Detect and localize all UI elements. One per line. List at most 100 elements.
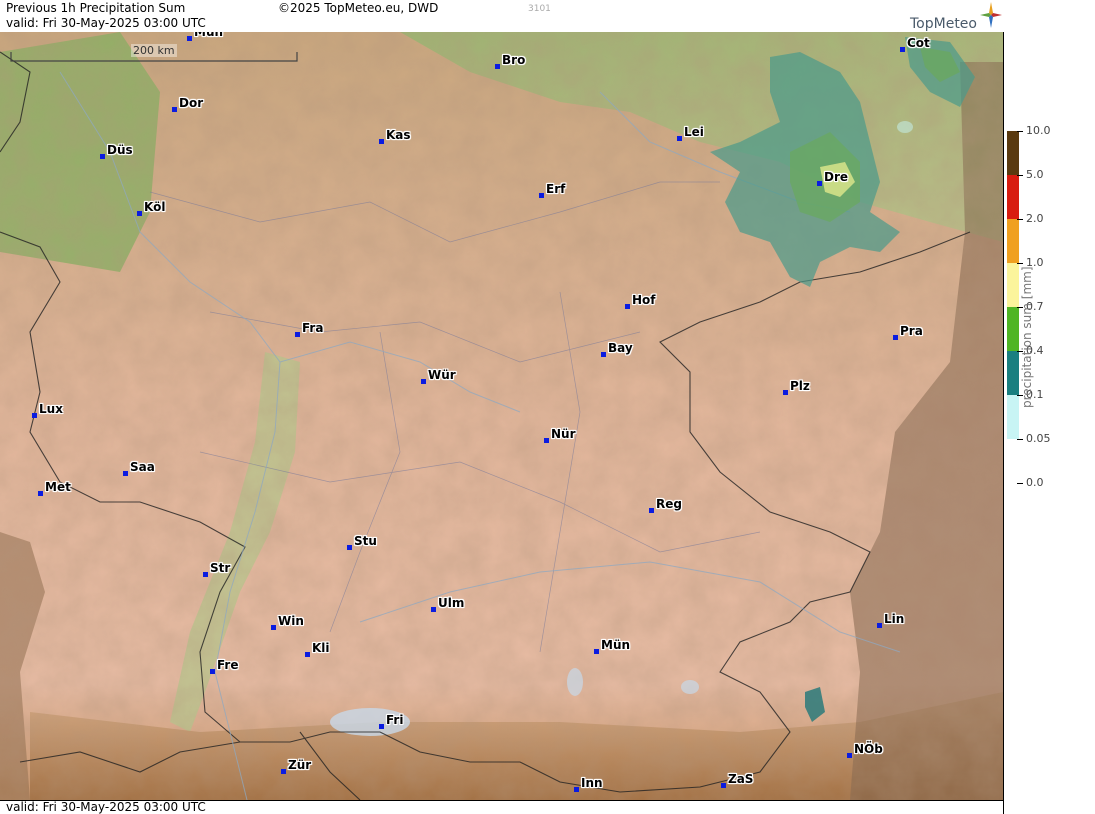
city-label: Kas [386, 128, 411, 142]
legend-label: 5.0 [1026, 168, 1044, 181]
city-dot [544, 438, 549, 443]
legend-title: precipitation sum [mm] [1020, 266, 1034, 408]
city-dot [783, 390, 788, 395]
precipitation-layer [710, 37, 975, 722]
city-label: Str [210, 561, 231, 575]
city-dot [38, 491, 43, 496]
city-dot [379, 139, 384, 144]
city-label: ZaS [728, 772, 754, 786]
city-label: Wür [428, 368, 456, 382]
map[interactable]: 200 km Mün Bro Cot Dor Kas Lei Düs Erf Dre Köl Hof… [0, 32, 1003, 801]
city-dot [574, 787, 579, 792]
legend-label: 2.0 [1026, 212, 1044, 225]
city-dot [421, 379, 426, 384]
copyright: ©2025 TopMeteo.eu, DWD [278, 1, 439, 15]
city-dot [305, 652, 310, 657]
city-label: Ulm [438, 596, 465, 610]
legend-tick [1017, 439, 1023, 440]
city-label: Lin [884, 612, 905, 626]
city-label: Dre [824, 170, 849, 184]
city-label: Bro [502, 53, 526, 67]
legend-label: 10.0 [1026, 124, 1051, 137]
city-dot [900, 47, 905, 52]
city-dot [817, 181, 822, 186]
city-dot [649, 508, 654, 513]
city-dot [877, 623, 882, 628]
city-dot [594, 649, 599, 654]
city-label: Fre [217, 658, 239, 672]
city-label: Hof [632, 293, 656, 307]
header: Previous 1h Precipitation Sum valid: Fri… [0, 0, 1003, 32]
city-dot [379, 724, 384, 729]
city-dot [100, 154, 105, 159]
city-dot [721, 783, 726, 788]
city-dot [123, 471, 128, 476]
city-label: Nür [551, 427, 576, 441]
city-label: Fri [386, 713, 404, 727]
city-label: Win [278, 614, 304, 628]
map-title: Previous 1h Precipitation Sum [6, 1, 186, 15]
city-label: Stu [354, 534, 377, 548]
legend-tick [1017, 483, 1023, 484]
city-dot [347, 545, 352, 550]
legend-swatch [1007, 439, 1019, 483]
legend-swatch [1007, 307, 1019, 351]
legend-tick [1017, 175, 1023, 176]
city-label: Erf [546, 182, 566, 196]
city-dot [431, 607, 436, 612]
city-dot [32, 413, 37, 418]
city-label: Mün [601, 638, 631, 652]
city-label: Köl [144, 200, 166, 214]
topmeteo-logo[interactable]: TopMeteo [900, 2, 1003, 32]
city-label: Lei [684, 125, 704, 139]
footer-valid-time: valid: Fri 30-May-2025 03:00 UTC [6, 800, 206, 814]
city-label: Inn [581, 776, 603, 790]
city-dot [893, 335, 898, 340]
legend-tick [1017, 263, 1023, 264]
city-dot [295, 332, 300, 337]
city-dot [847, 753, 852, 758]
legend-label: 0.0 [1026, 476, 1044, 489]
city-label: Saa [130, 460, 155, 474]
legend-swatch [1007, 263, 1019, 307]
city-label: Zür [288, 758, 312, 772]
city-label: Reg [656, 497, 682, 511]
city-dot [539, 193, 544, 198]
legend-swatch [1007, 351, 1019, 395]
city-dot [210, 669, 215, 674]
city-label: Mün [194, 32, 224, 39]
city-label: Met [45, 480, 71, 494]
city-dot [187, 36, 192, 41]
city-dot [677, 136, 682, 141]
city-label: Kli [312, 641, 330, 655]
city-label: Bay [608, 341, 633, 355]
city-dot [137, 211, 142, 216]
scale-bar-label: 200 km [131, 44, 177, 57]
city-label: Fra [302, 321, 324, 335]
legend-swatch [1007, 131, 1019, 175]
compass-icon [980, 2, 1002, 28]
legend-swatch [1007, 219, 1019, 263]
legend-swatch [1007, 175, 1019, 219]
scale-bar: 200 km [10, 44, 298, 62]
city-dot [203, 572, 208, 577]
logo-text: TopMeteo [910, 16, 977, 32]
city-label: Lux [39, 402, 63, 416]
city-dot [172, 107, 177, 112]
legend-tick [1017, 131, 1023, 132]
city-dot [495, 64, 500, 69]
city-dot [271, 625, 276, 630]
city-label: Pra [900, 324, 923, 338]
city-label: Plz [790, 379, 810, 393]
legend-tick [1017, 219, 1023, 220]
legend: 10.0 5.0 2.0 1.0 0.7 0.4 0.1 0.05 0.0 precipitat… [1003, 32, 1095, 814]
map-code: 3101 [528, 4, 551, 14]
legend-label: 0.05 [1026, 432, 1051, 445]
legend-swatch [1007, 395, 1019, 439]
city-dot [601, 352, 606, 357]
valid-time: valid: Fri 30-May-2025 03:00 UTC [6, 16, 206, 30]
city-dot [625, 304, 630, 309]
city-dot [281, 769, 286, 774]
city-label: Cot [907, 36, 930, 50]
city-label: Dor [179, 96, 204, 110]
